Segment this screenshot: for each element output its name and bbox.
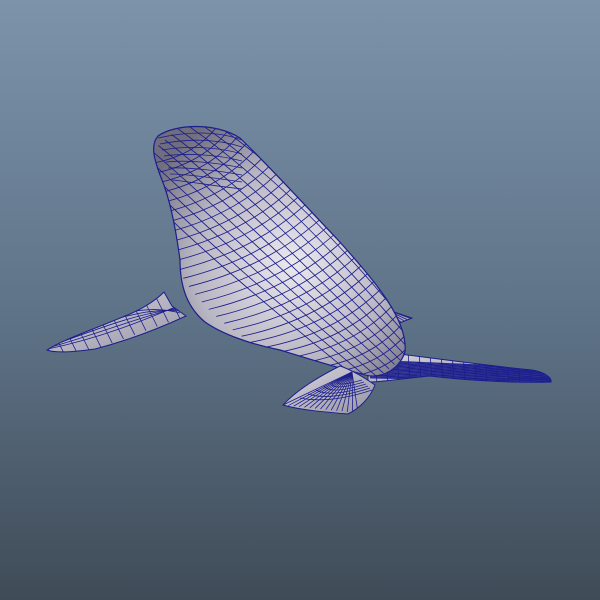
- 3d-viewport[interactable]: [0, 0, 600, 600]
- viewport-scene[interactable]: [0, 0, 600, 600]
